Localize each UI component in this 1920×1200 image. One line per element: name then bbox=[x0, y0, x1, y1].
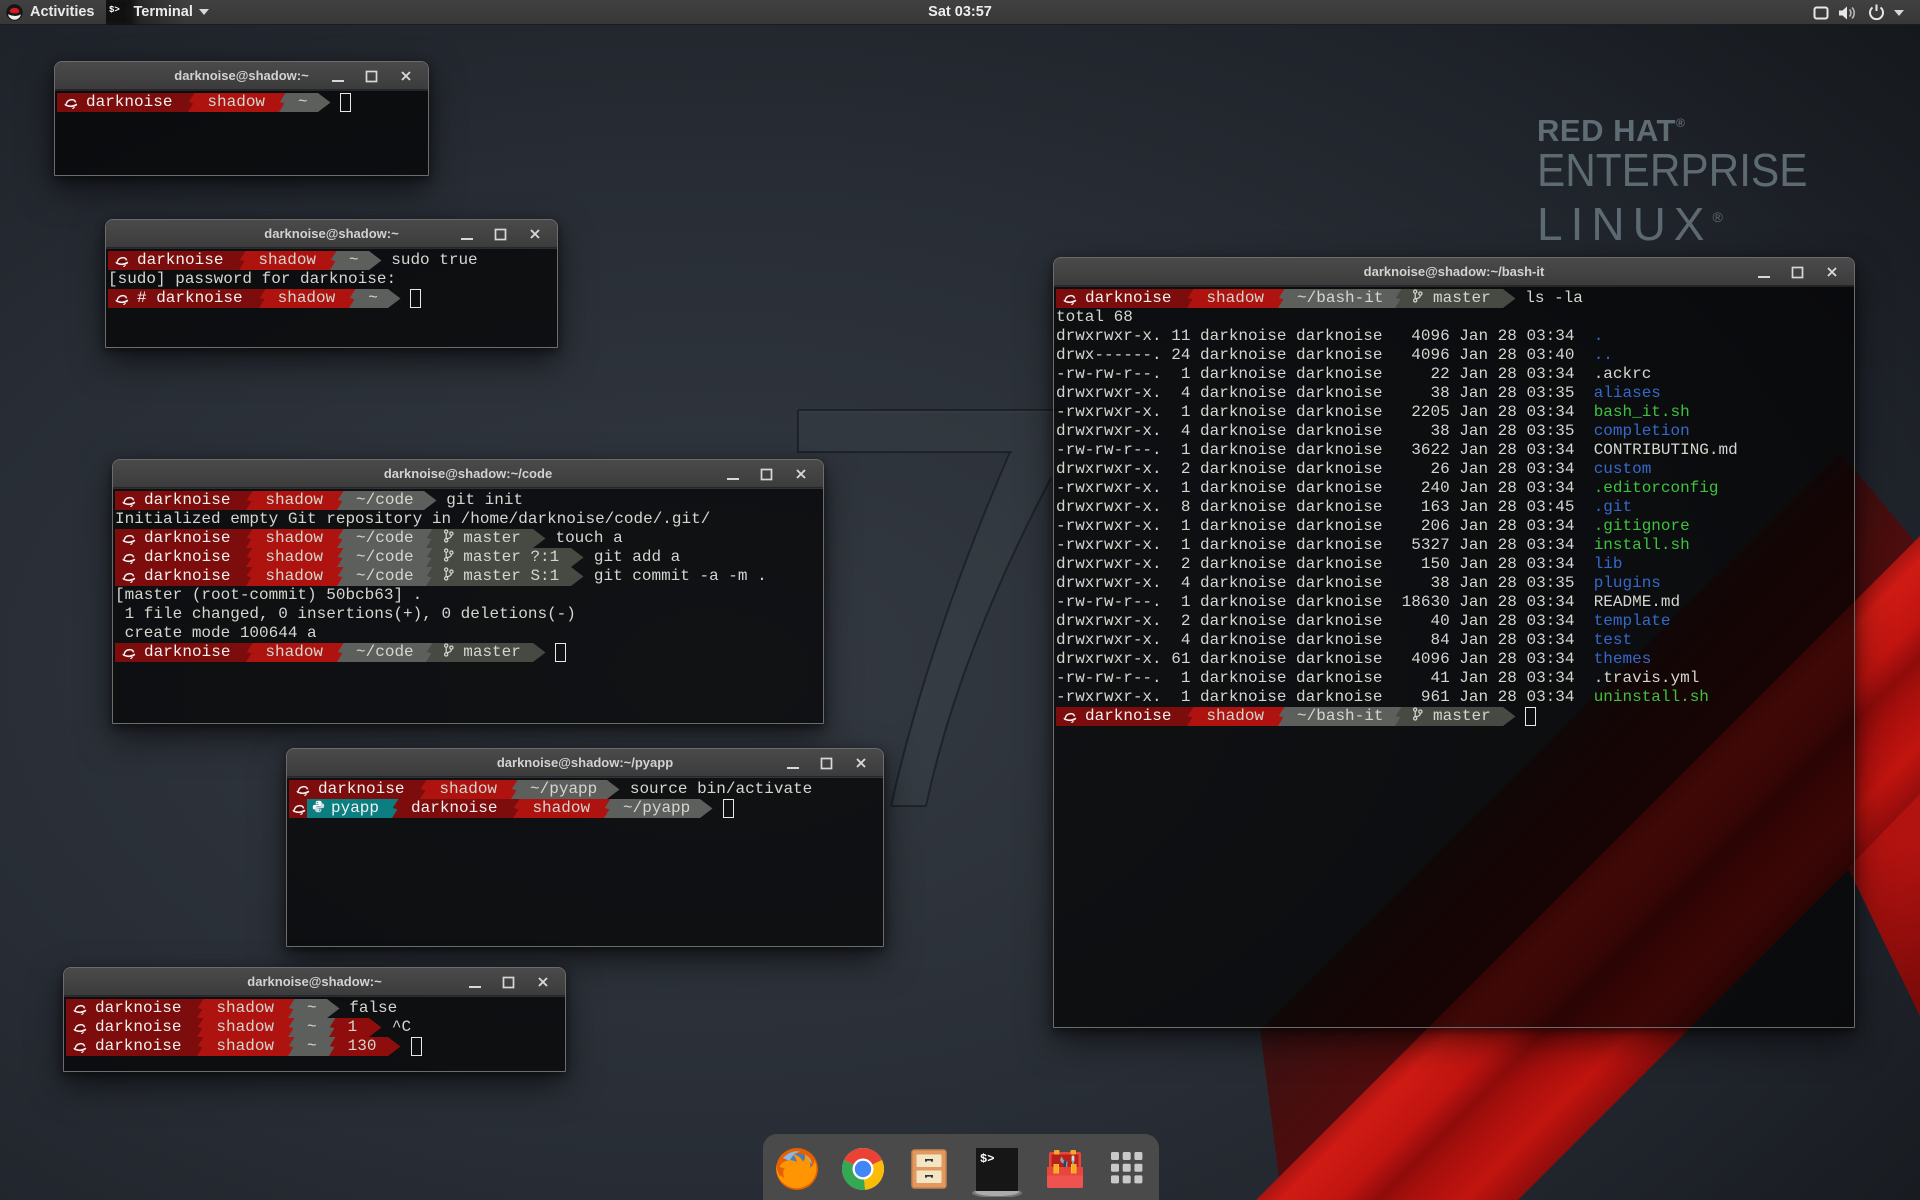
svg-text:$>: $> bbox=[980, 1152, 994, 1166]
